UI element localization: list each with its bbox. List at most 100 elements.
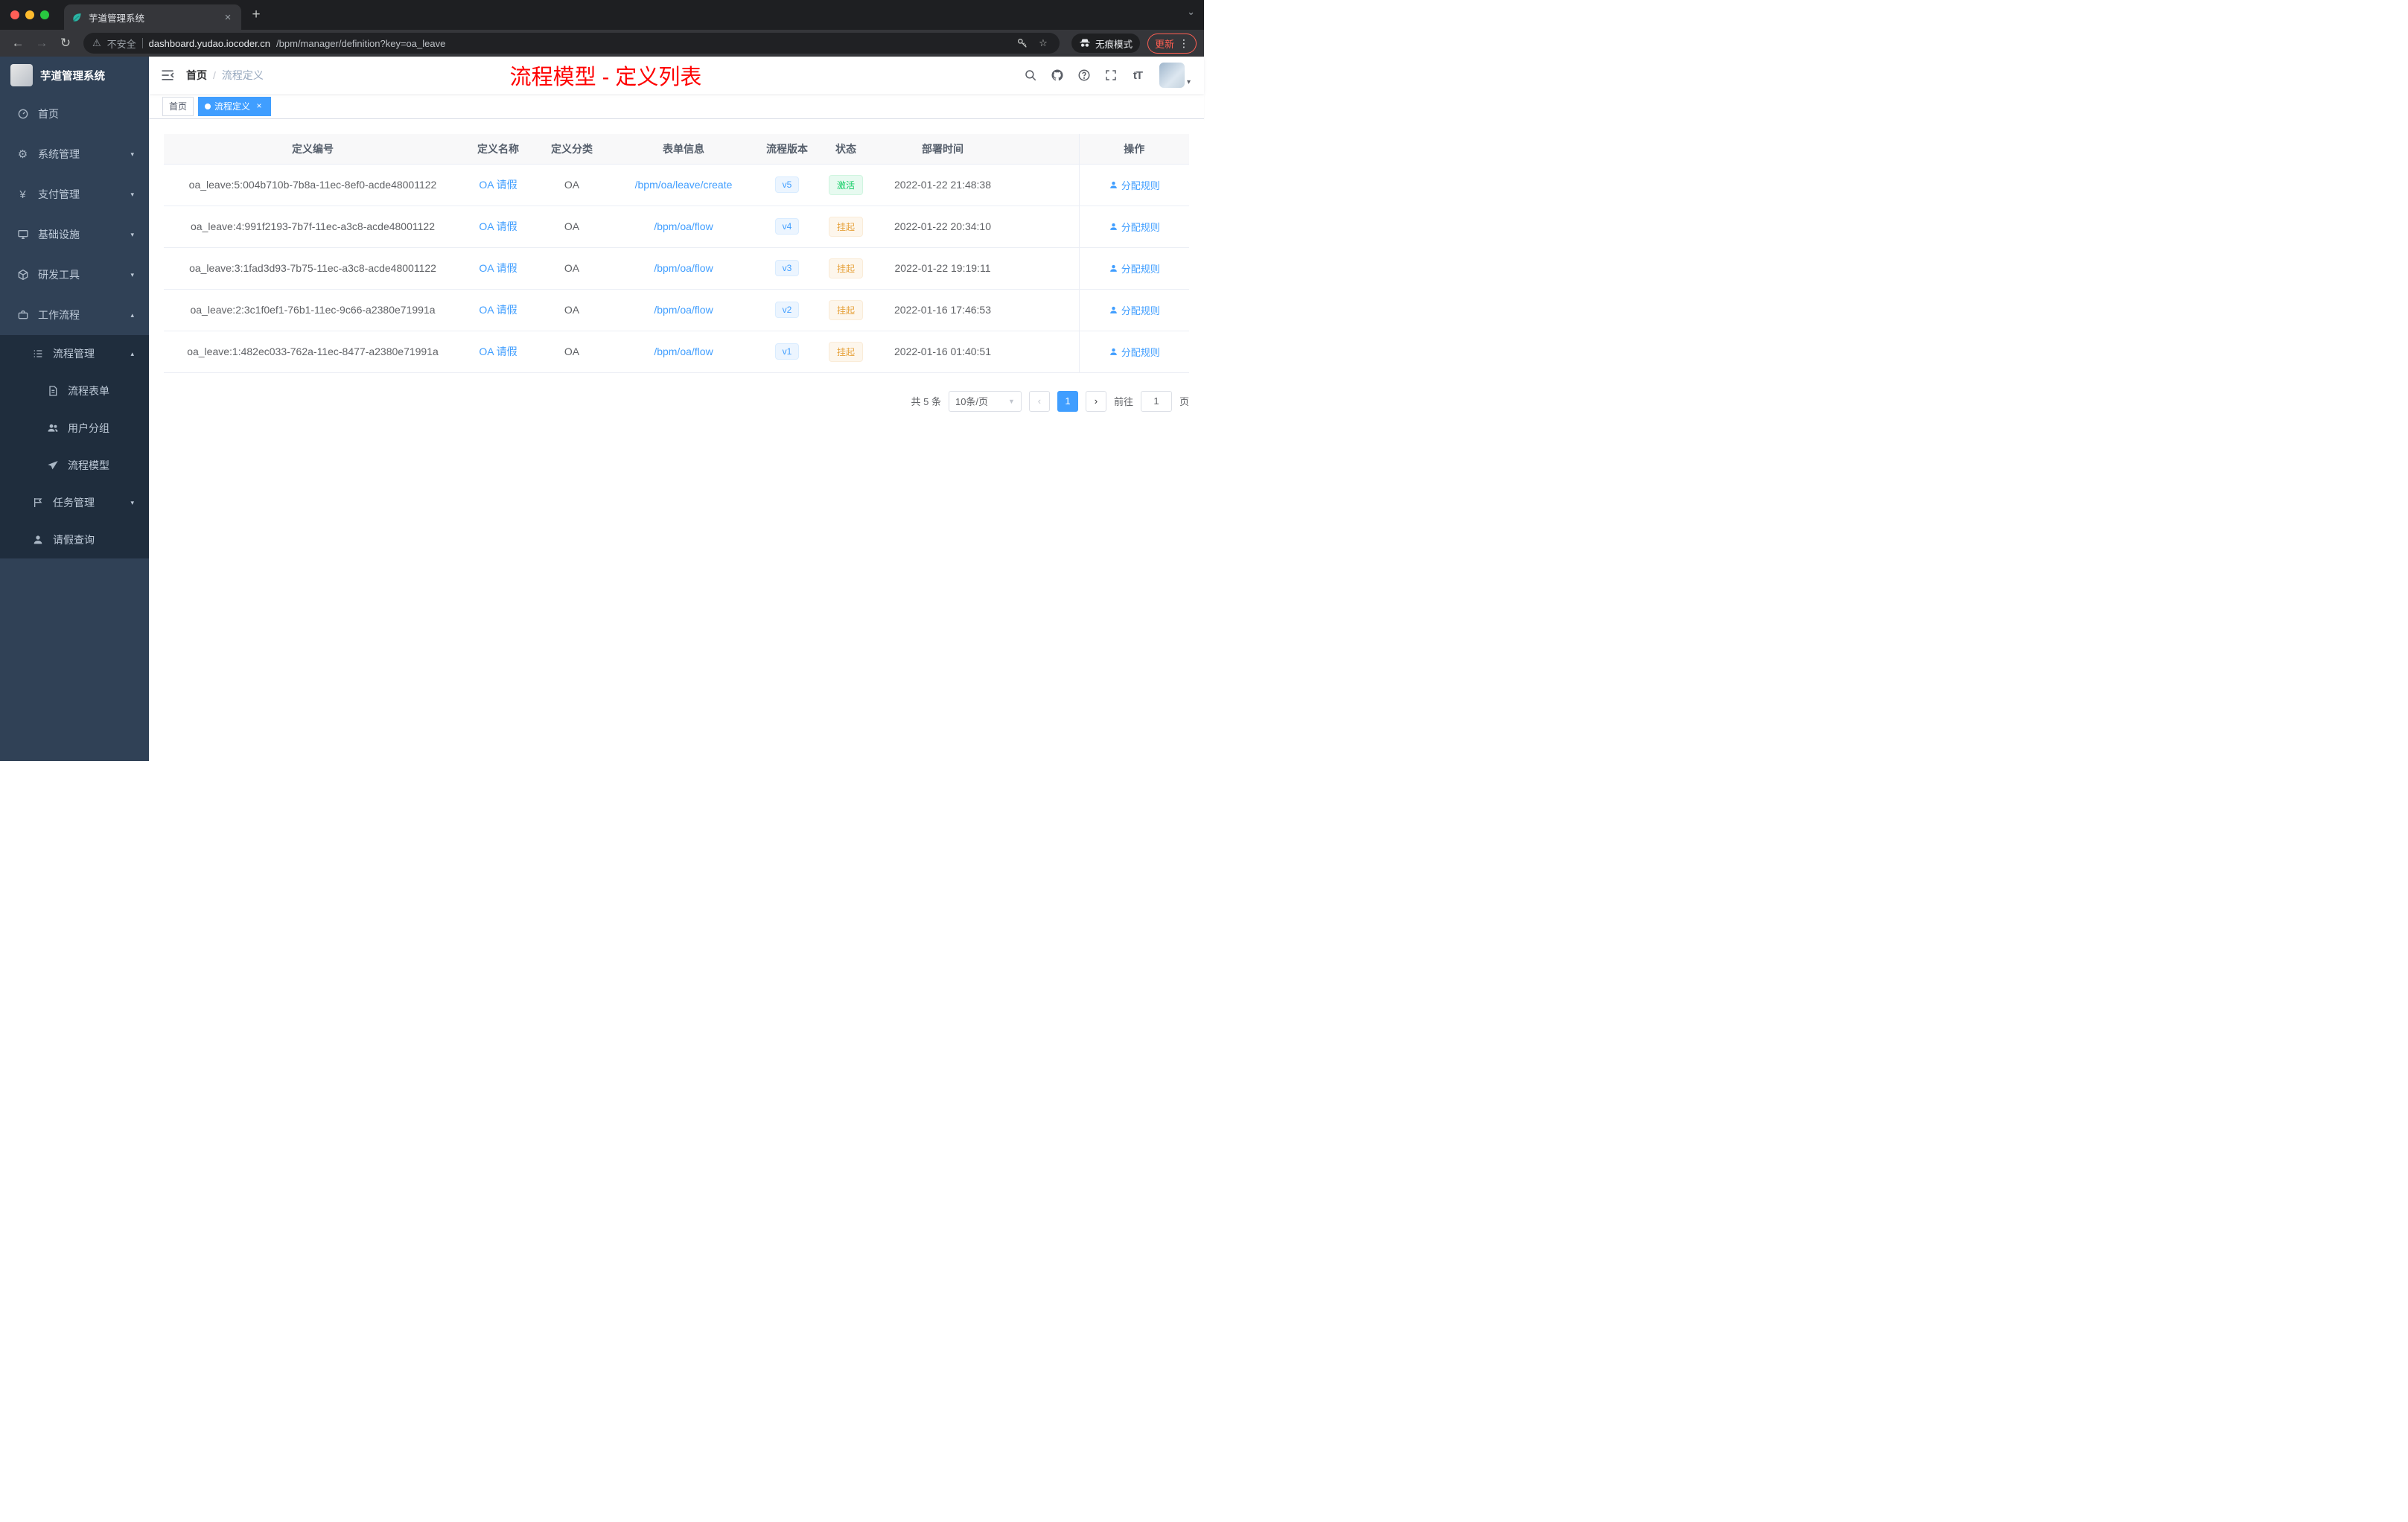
user-icon [1109,264,1117,272]
chevron-down-icon: ▾ [130,150,134,158]
tag-process-definition[interactable]: 流程定义 × [198,96,272,116]
kebab-menu-icon[interactable]: ⋮ [1179,37,1189,50]
avatar[interactable] [1159,63,1185,88]
sidebar-item-process-form[interactable]: 流程表单 [0,372,149,410]
not-secure-warning-icon[interactable]: ⚠ [92,37,101,49]
workflow-submenu: 流程管理 ▴ 流程表单 用户分组 流程模型 任务管理 ▾ 请假查询 [0,335,149,558]
col-definition-category: 定义分类 [535,134,609,165]
reload-icon[interactable]: ↻ [55,33,76,54]
sidebar-item-leave-query[interactable]: 请假查询 [0,521,149,558]
sidebar-item-payment-mgmt[interactable]: ¥ 支付管理 ▾ [0,174,149,214]
next-page-button[interactable]: › [1085,390,1106,412]
caret-down-icon: ▾ [1186,78,1191,86]
goto-page-input[interactable] [1140,390,1172,412]
form-link[interactable]: /bpm/oa/flow [654,304,713,316]
definition-name-link[interactable]: OA 请假 [479,262,517,274]
update-label: 更新 [1154,38,1174,50]
definition-id: oa_leave:2:3c1f0ef1-76b1-11ec-9c66-a2380… [164,289,462,331]
briefcase-icon [16,309,29,322]
definition-name-link[interactable]: OA 请假 [479,346,517,357]
hamburger-icon[interactable] [149,68,186,83]
tag-close-icon[interactable]: × [254,101,264,112]
browser-update-menu[interactable]: 更新 ⋮ [1147,33,1197,54]
form-link[interactable]: /bpm/oa/leave/create [635,179,733,191]
help-icon[interactable] [1073,64,1095,86]
table-row: oa_leave:5:004b710b-7b8a-11ec-8ef0-acde4… [164,164,1189,206]
chevron-down-icon[interactable]: ⌄ [1187,6,1195,18]
page-size-select[interactable]: 10条/页 ▼ [948,390,1022,412]
user-icon [1109,306,1117,313]
col-status: 状态 [816,134,876,165]
chevron-down-icon: ▼ [1008,397,1015,405]
users-icon [46,422,59,435]
sidebar-item-infrastructure[interactable]: 基础设施 ▾ [0,214,149,255]
close-window-button[interactable] [10,10,19,19]
col-operation: 操作 [1078,134,1189,165]
status-badge: 挂起 [828,258,863,278]
version-badge: v2 [774,302,800,318]
yen-icon: ¥ [19,188,26,201]
bookmark-star-icon[interactable]: ☆ [1036,37,1051,49]
definition-id: oa_leave:1:482ec033-762a-11ec-8477-a2380… [164,331,462,373]
sidebar-item-home[interactable]: 首页 [0,94,149,134]
status-badge: 挂起 [828,341,863,362]
new-tab-button[interactable]: + [246,4,267,25]
browser-tab[interactable]: 芋道管理系统 × [64,4,241,30]
fullscreen-icon[interactable] [1100,64,1122,86]
github-icon[interactable] [1046,64,1068,86]
minimize-window-button[interactable] [25,10,34,19]
assign-rule-link[interactable]: 分配规则 [1109,303,1160,317]
font-size-icon[interactable]: tT [1127,64,1149,86]
url-omnibox[interactable]: ⚠ 不安全 dashboard.yudao.iocoder.cn /bpm/ma… [83,33,1060,54]
sidebar-item-user-group[interactable]: 用户分组 [0,410,149,447]
form-link[interactable]: /bpm/oa/flow [654,346,713,357]
definition-category: OA [535,164,609,206]
assign-rule-link[interactable]: 分配规则 [1109,178,1160,192]
breadcrumb-home[interactable]: 首页 [186,68,207,83]
assign-rule-link[interactable]: 分配规则 [1109,261,1160,276]
definition-id: oa_leave:5:004b710b-7b8a-11ec-8ef0-acde4… [164,164,462,206]
assign-rule-link[interactable]: 分配规则 [1109,345,1160,359]
incognito-icon [1080,39,1090,47]
send-icon [46,459,59,472]
sidebar-item-task-mgmt[interactable]: 任务管理 ▾ [0,484,149,521]
total-count: 共 5 条 [911,396,941,407]
definition-name-link[interactable]: OA 请假 [479,220,517,232]
definition-id: oa_leave:4:991f2193-7b7f-11ec-a3c8-acde4… [164,206,462,248]
breadcrumb: 首页 / 流程定义 [186,68,264,83]
status-badge: 挂起 [828,299,863,320]
dashboard-icon [16,108,29,121]
deploy-time: 2022-01-16 01:40:51 [876,331,1010,373]
search-icon[interactable] [1019,64,1042,86]
form-link[interactable]: /bpm/oa/flow [654,262,713,274]
sidebar-item-dev-tools[interactable]: 研发工具 ▾ [0,255,149,295]
monitor-icon [16,229,29,241]
sidebar-item-system-mgmt[interactable]: ⚙ 系统管理 ▾ [0,134,149,174]
logo-avatar [10,64,33,86]
cube-icon [16,269,29,281]
tag-home[interactable]: 首页 [162,96,194,116]
assign-rule-link[interactable]: 分配规则 [1109,220,1160,234]
sidebar-item-process-model[interactable]: 流程模型 [0,447,149,484]
browser-tab-strip: 芋道管理系统 × + ⌄ [0,0,1204,30]
key-icon[interactable] [1015,37,1030,49]
back-icon[interactable]: ← [7,33,28,54]
chevron-up-icon: ▴ [130,311,134,319]
user-avatar-menu[interactable]: ▾ [1159,63,1191,88]
definition-name-link[interactable]: OA 请假 [479,179,517,191]
col-deploy-time: 部署时间 [876,134,1010,165]
tab-close-icon[interactable]: × [222,11,234,24]
current-page-button[interactable]: 1 [1057,390,1078,412]
chevron-down-icon: ▾ [130,498,134,506]
definition-category: OA [535,289,609,331]
prev-page-button[interactable]: ‹ [1028,390,1050,412]
sidebar-item-process-mgmt[interactable]: 流程管理 ▴ [0,335,149,372]
forward-icon[interactable]: → [31,33,52,54]
definition-name-link[interactable]: OA 请假 [479,304,517,316]
goto-label: 前往 [1113,396,1133,407]
page-content: 定义编号 定义名称 定义分类 表单信息 流程版本 状态 部署时间 操作 oa_l… [149,119,1204,761]
zoom-window-button[interactable] [40,10,49,19]
sidebar-item-workflow[interactable]: 工作流程 ▴ [0,295,149,335]
definition-category: OA [535,206,609,248]
form-link[interactable]: /bpm/oa/flow [654,220,713,232]
